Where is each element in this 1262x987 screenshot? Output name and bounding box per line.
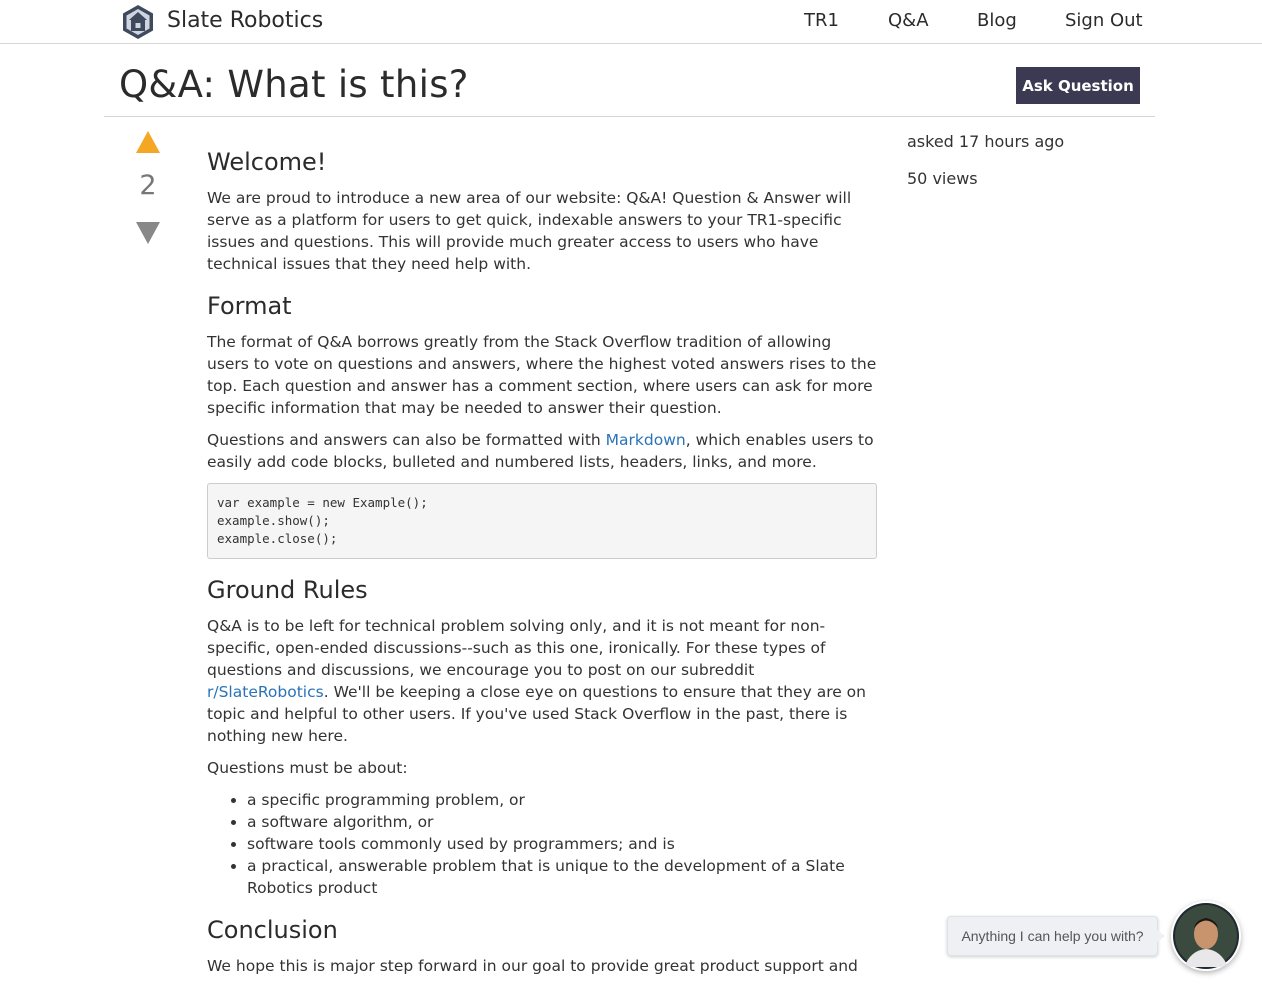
heading-conclusion: Conclusion [207, 916, 338, 944]
section-ground-rules: Ground Rules Q&A is to be left for techn… [207, 574, 877, 909]
rules-text-before: Q&A is to be left for technical problem … [207, 617, 826, 679]
downvote-icon[interactable] [136, 222, 160, 244]
code-line: var example = new Example(); [217, 495, 428, 510]
nav-qa[interactable]: Q&A [888, 9, 929, 33]
markdown-paragraph: Questions and answers can also be format… [207, 429, 877, 473]
heading-welcome: Welcome! [207, 148, 327, 176]
house-logo-icon[interactable] [120, 4, 156, 40]
rules-list: a specific programming problem, or a sof… [207, 789, 877, 899]
nav-tr1[interactable]: TR1 [804, 9, 839, 33]
nav-sign-out[interactable]: Sign Out [1065, 9, 1143, 33]
format-paragraph: The format of Q&A borrows greatly from t… [207, 333, 877, 417]
page-title: Q&A: What is this? [119, 63, 469, 106]
markdown-text-before: Questions and answers can also be format… [207, 431, 606, 449]
list-item: software tools commonly used by programm… [247, 833, 877, 855]
welcome-paragraph: We are proud to introduce a new area of … [207, 189, 852, 273]
code-line: example.close(); [217, 531, 338, 546]
header-divider [104, 116, 1155, 117]
section-welcome: Welcome! We are proud to introduce a new… [207, 146, 877, 285]
top-navbar: Slate Robotics TR1 Q&A Blog Sign Out [0, 0, 1262, 44]
chat-avatar-icon[interactable] [1171, 901, 1241, 971]
conclusion-paragraph: We hope this is major step forward in ou… [207, 957, 858, 975]
asked-time: asked 17 hours ago [907, 132, 1065, 151]
upvote-icon[interactable] [136, 131, 160, 153]
section-conclusion: Conclusion We hope this is major step fo… [207, 914, 877, 987]
ask-question-button[interactable]: Ask Question [1016, 67, 1140, 104]
vote-count: 2 [139, 170, 157, 201]
markdown-link[interactable]: Markdown [606, 431, 686, 449]
list-item: a software algorithm, or [247, 811, 877, 833]
code-line: example.show(); [217, 513, 330, 528]
nav-blog[interactable]: Blog [977, 9, 1017, 33]
heading-format: Format [207, 292, 292, 320]
section-format: Format The format of Q&A borrows greatly… [207, 290, 877, 559]
list-item: a practical, answerable problem that is … [247, 855, 877, 899]
avatar-icon [1173, 903, 1239, 969]
chat-prompt-bubble[interactable]: Anything I can help you with? [947, 916, 1165, 956]
heading-ground-rules: Ground Rules [207, 576, 368, 604]
code-example: var example = new Example(); example.show… [207, 483, 877, 559]
brand-name[interactable]: Slate Robotics [167, 6, 323, 36]
view-count: 50 views [907, 169, 978, 188]
rules-list-intro: Questions must be about: [207, 759, 408, 777]
list-item: a specific programming problem, or [247, 789, 877, 811]
rules-paragraph: Q&A is to be left for technical problem … [207, 615, 877, 747]
subreddit-link[interactable]: r/SlateRobotics [207, 683, 324, 701]
